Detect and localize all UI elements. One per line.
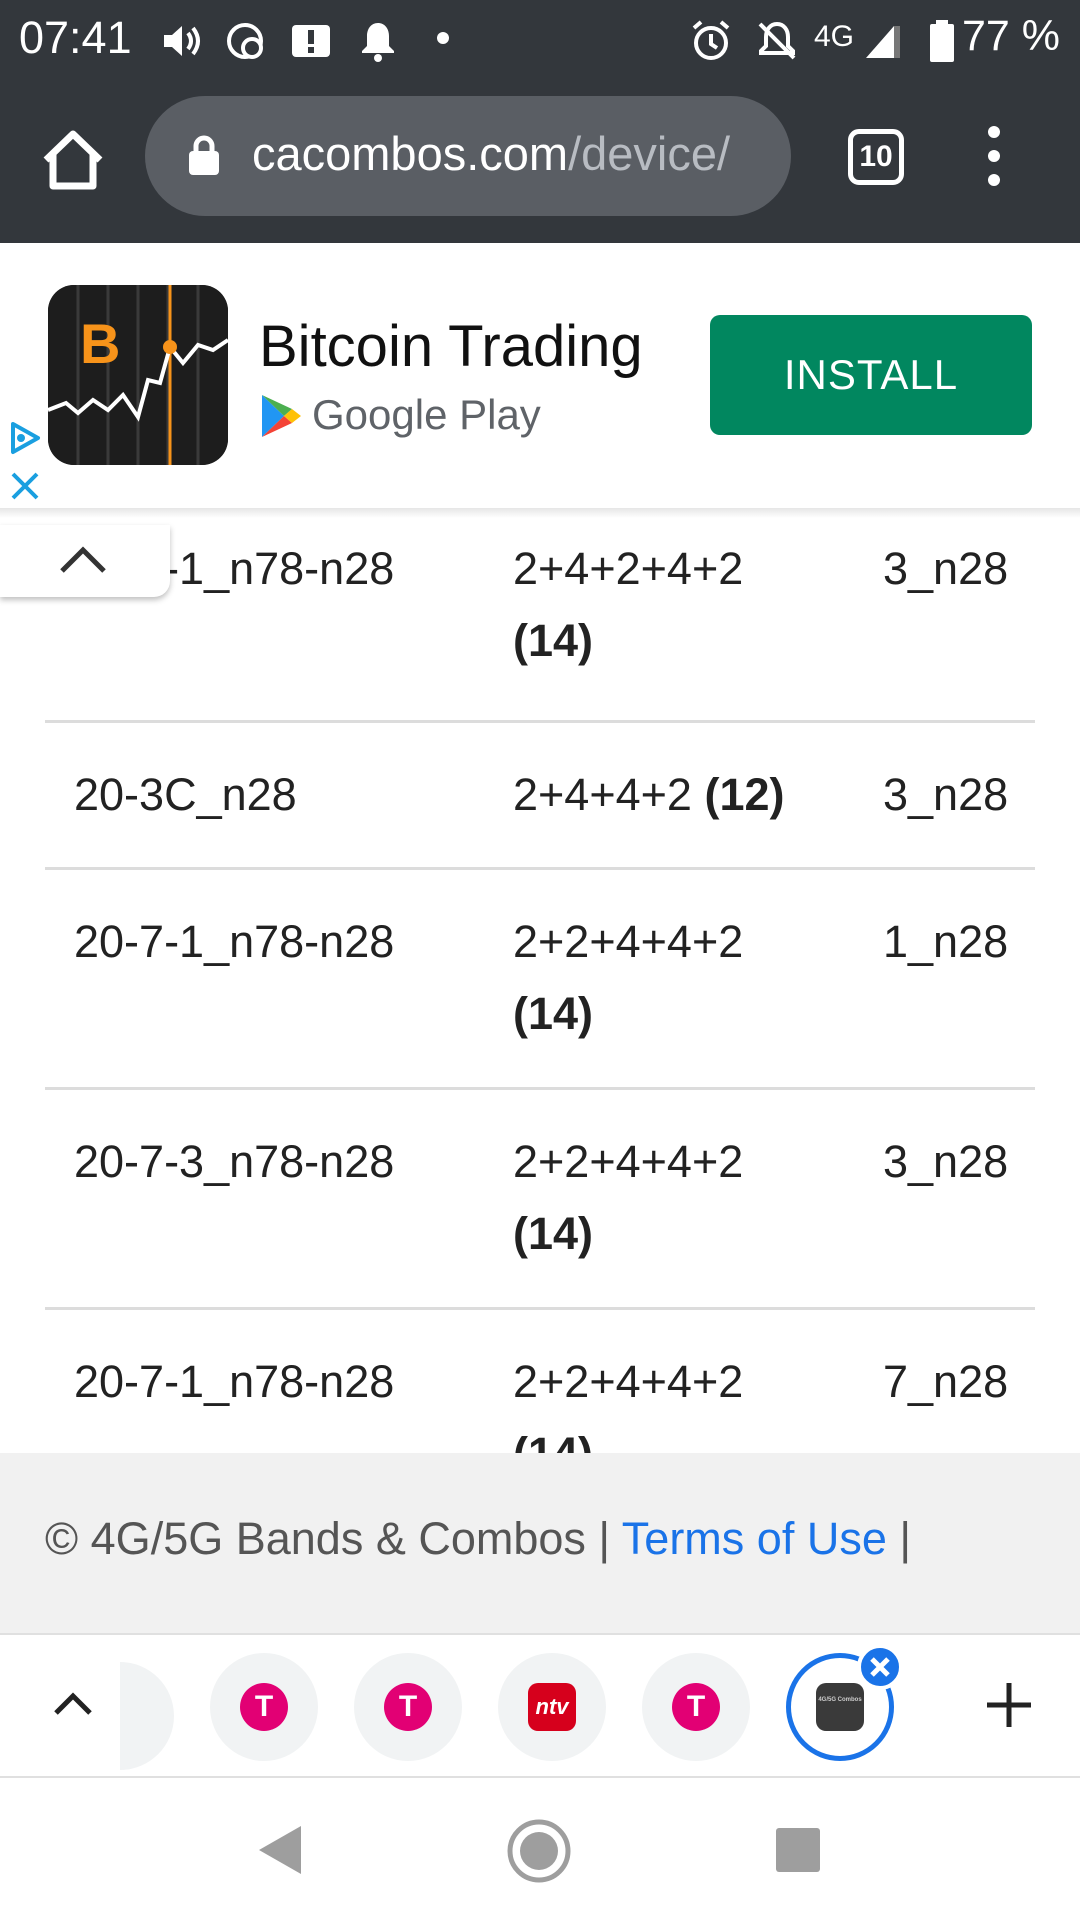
combo-cell: 20-7-1_n78-n28 bbox=[74, 1356, 395, 1407]
volume-icon bbox=[164, 26, 200, 56]
network-type: 4G bbox=[814, 20, 855, 53]
combo-cell: 20-3C_n28 bbox=[74, 769, 297, 820]
bands-value: 2+2+4+4+2 bbox=[513, 916, 744, 967]
chevron-up-icon bbox=[60, 546, 106, 573]
sync-icon bbox=[227, 23, 263, 59]
tab-item[interactable]: T bbox=[354, 1653, 462, 1761]
close-icon[interactable] bbox=[10, 471, 40, 501]
adchoices-icon[interactable] bbox=[8, 421, 42, 455]
status-time: 07:41 bbox=[19, 12, 132, 63]
back-icon[interactable] bbox=[255, 1823, 305, 1877]
status-bar: 07:41 4G 77 % bbox=[0, 0, 1080, 80]
chevron-up-icon[interactable] bbox=[48, 1679, 98, 1729]
bands-value: 2+4+4+2 bbox=[513, 769, 692, 820]
mimo-cell: 3_n28 bbox=[883, 543, 1009, 594]
app-icon[interactable]: B bbox=[48, 285, 228, 465]
bands-total: (12) bbox=[704, 769, 785, 820]
home-nav-icon[interactable] bbox=[506, 1818, 572, 1884]
tab-item[interactable]: ntv bbox=[498, 1653, 606, 1761]
system-nav-bar bbox=[0, 1778, 1080, 1920]
ntv-icon: ntv bbox=[528, 1683, 576, 1731]
recents-icon[interactable] bbox=[776, 1828, 820, 1872]
ad-divider bbox=[0, 508, 1080, 518]
overflow-menu-icon[interactable] bbox=[979, 126, 1009, 190]
alert-icon bbox=[292, 25, 330, 57]
combos-table: 20-3-1_n78-n28 2+4+2+4+2 (14) 3_n28 20-3C… bbox=[45, 503, 1035, 1530]
telekom-icon: T bbox=[672, 1683, 720, 1731]
combo-cell: 20-7-1_n78-n28 bbox=[74, 916, 395, 967]
bands-total: (14) bbox=[513, 1208, 594, 1259]
close-tab-button[interactable] bbox=[857, 1644, 903, 1690]
browser-toolbar: cacombos.com/device/ 10 bbox=[0, 80, 1080, 243]
bell-icon bbox=[362, 23, 394, 62]
table-row: 20-7-3_n78-n28 2+2+4+4+2 (14) 3_n28 bbox=[45, 1090, 1035, 1310]
bands-value: 2+2+4+4+2 bbox=[513, 1356, 744, 1407]
cacombos-icon: 4G/5G Combos bbox=[816, 1683, 864, 1731]
terms-link[interactable]: Terms of Use bbox=[622, 1513, 887, 1564]
telekom-icon: T bbox=[240, 1683, 288, 1731]
tab-item[interactable]: T bbox=[210, 1653, 318, 1761]
url-domain: cacombos.com bbox=[252, 127, 569, 180]
footer-separator: | bbox=[899, 1513, 912, 1564]
install-button[interactable]: INSTALL bbox=[710, 315, 1032, 435]
tab-item[interactable]: T bbox=[642, 1653, 750, 1761]
bands-value: 2+2+4+4+2 bbox=[513, 1136, 744, 1187]
mimo-cell: 7_n28 bbox=[883, 1356, 1009, 1407]
new-tab-icon[interactable] bbox=[983, 1679, 1035, 1731]
close-icon bbox=[870, 1657, 890, 1677]
tab-partial[interactable] bbox=[120, 1662, 174, 1770]
telekom-icon: T bbox=[384, 1683, 432, 1731]
svg-text:B: B bbox=[80, 312, 120, 375]
combo-cell: 20-7-3_n78-n28 bbox=[74, 1136, 395, 1187]
mimo-cell: 1_n28 bbox=[883, 916, 1009, 967]
mimo-cell: 3_n28 bbox=[883, 1136, 1009, 1187]
bands-cell: 2+4+2+4+2 (14) bbox=[513, 533, 853, 677]
tab-item-active[interactable]: 4G/5G Combos bbox=[786, 1644, 903, 1761]
bands-cell: 2+4+4+2 (12) bbox=[513, 759, 873, 831]
url-path: /device/ bbox=[568, 127, 731, 180]
tab-strip: T T ntv T 4G/5G Combos bbox=[0, 1633, 1080, 1778]
address-bar[interactable]: cacombos.com/device/ bbox=[145, 96, 791, 216]
bands-value: 2+4+2+4+2 bbox=[513, 543, 744, 594]
google-play-icon bbox=[262, 395, 301, 437]
copyright-text: © 4G/5G Bands & Combos | bbox=[45, 1513, 611, 1564]
page-footer: © 4G/5G Bands & Combos | Terms of Use | bbox=[0, 1453, 1080, 1633]
battery-icon bbox=[930, 20, 954, 62]
table-row: 20-3C_n28 2+4+4+2 (12) 3_n28 bbox=[45, 723, 1035, 870]
home-icon[interactable] bbox=[38, 126, 108, 196]
bands-cell: 2+2+4+4+2 (14) bbox=[513, 1126, 853, 1270]
tab-switcher-button[interactable]: 10 bbox=[848, 129, 904, 185]
ad-banner[interactable]: B Bitcoin Trading Google Play INSTALL bbox=[0, 243, 1080, 508]
table-row: 20-7-1_n78-n28 2+2+4+4+2 (14) 1_n28 bbox=[45, 870, 1035, 1090]
bands-cell: 2+2+4+4+2 (14) bbox=[513, 906, 853, 1050]
ad-title[interactable]: Bitcoin Trading bbox=[259, 313, 643, 380]
lock-icon bbox=[189, 135, 219, 175]
ad-collapse-button[interactable] bbox=[0, 525, 170, 597]
bands-total: (14) bbox=[513, 615, 594, 666]
footer-text: © 4G/5G Bands & Combos | Terms of Use | bbox=[45, 1513, 911, 1565]
mimo-cell: 3_n28 bbox=[883, 769, 1009, 820]
store-name: Google Play bbox=[312, 391, 541, 438]
table-row: 20-3-1_n78-n28 2+4+2+4+2 (14) 3_n28 bbox=[45, 503, 1035, 723]
screen: 07:41 4G 77 % cacombos.com/device/ 10 20… bbox=[0, 0, 1080, 1920]
bands-total: (14) bbox=[513, 988, 594, 1039]
signal-icon bbox=[866, 26, 900, 58]
bitcoin-chart-icon: B bbox=[48, 285, 228, 465]
battery-percent: 77 % bbox=[961, 12, 1060, 60]
url-text: cacombos.com/device/ bbox=[252, 126, 730, 181]
web-page: 20-3-1_n78-n28 2+4+2+4+2 (14) 3_n28 20-3C… bbox=[0, 243, 1080, 1633]
bell-off-icon bbox=[758, 21, 796, 60]
alarm-icon bbox=[692, 20, 730, 60]
dot-icon bbox=[437, 32, 449, 44]
